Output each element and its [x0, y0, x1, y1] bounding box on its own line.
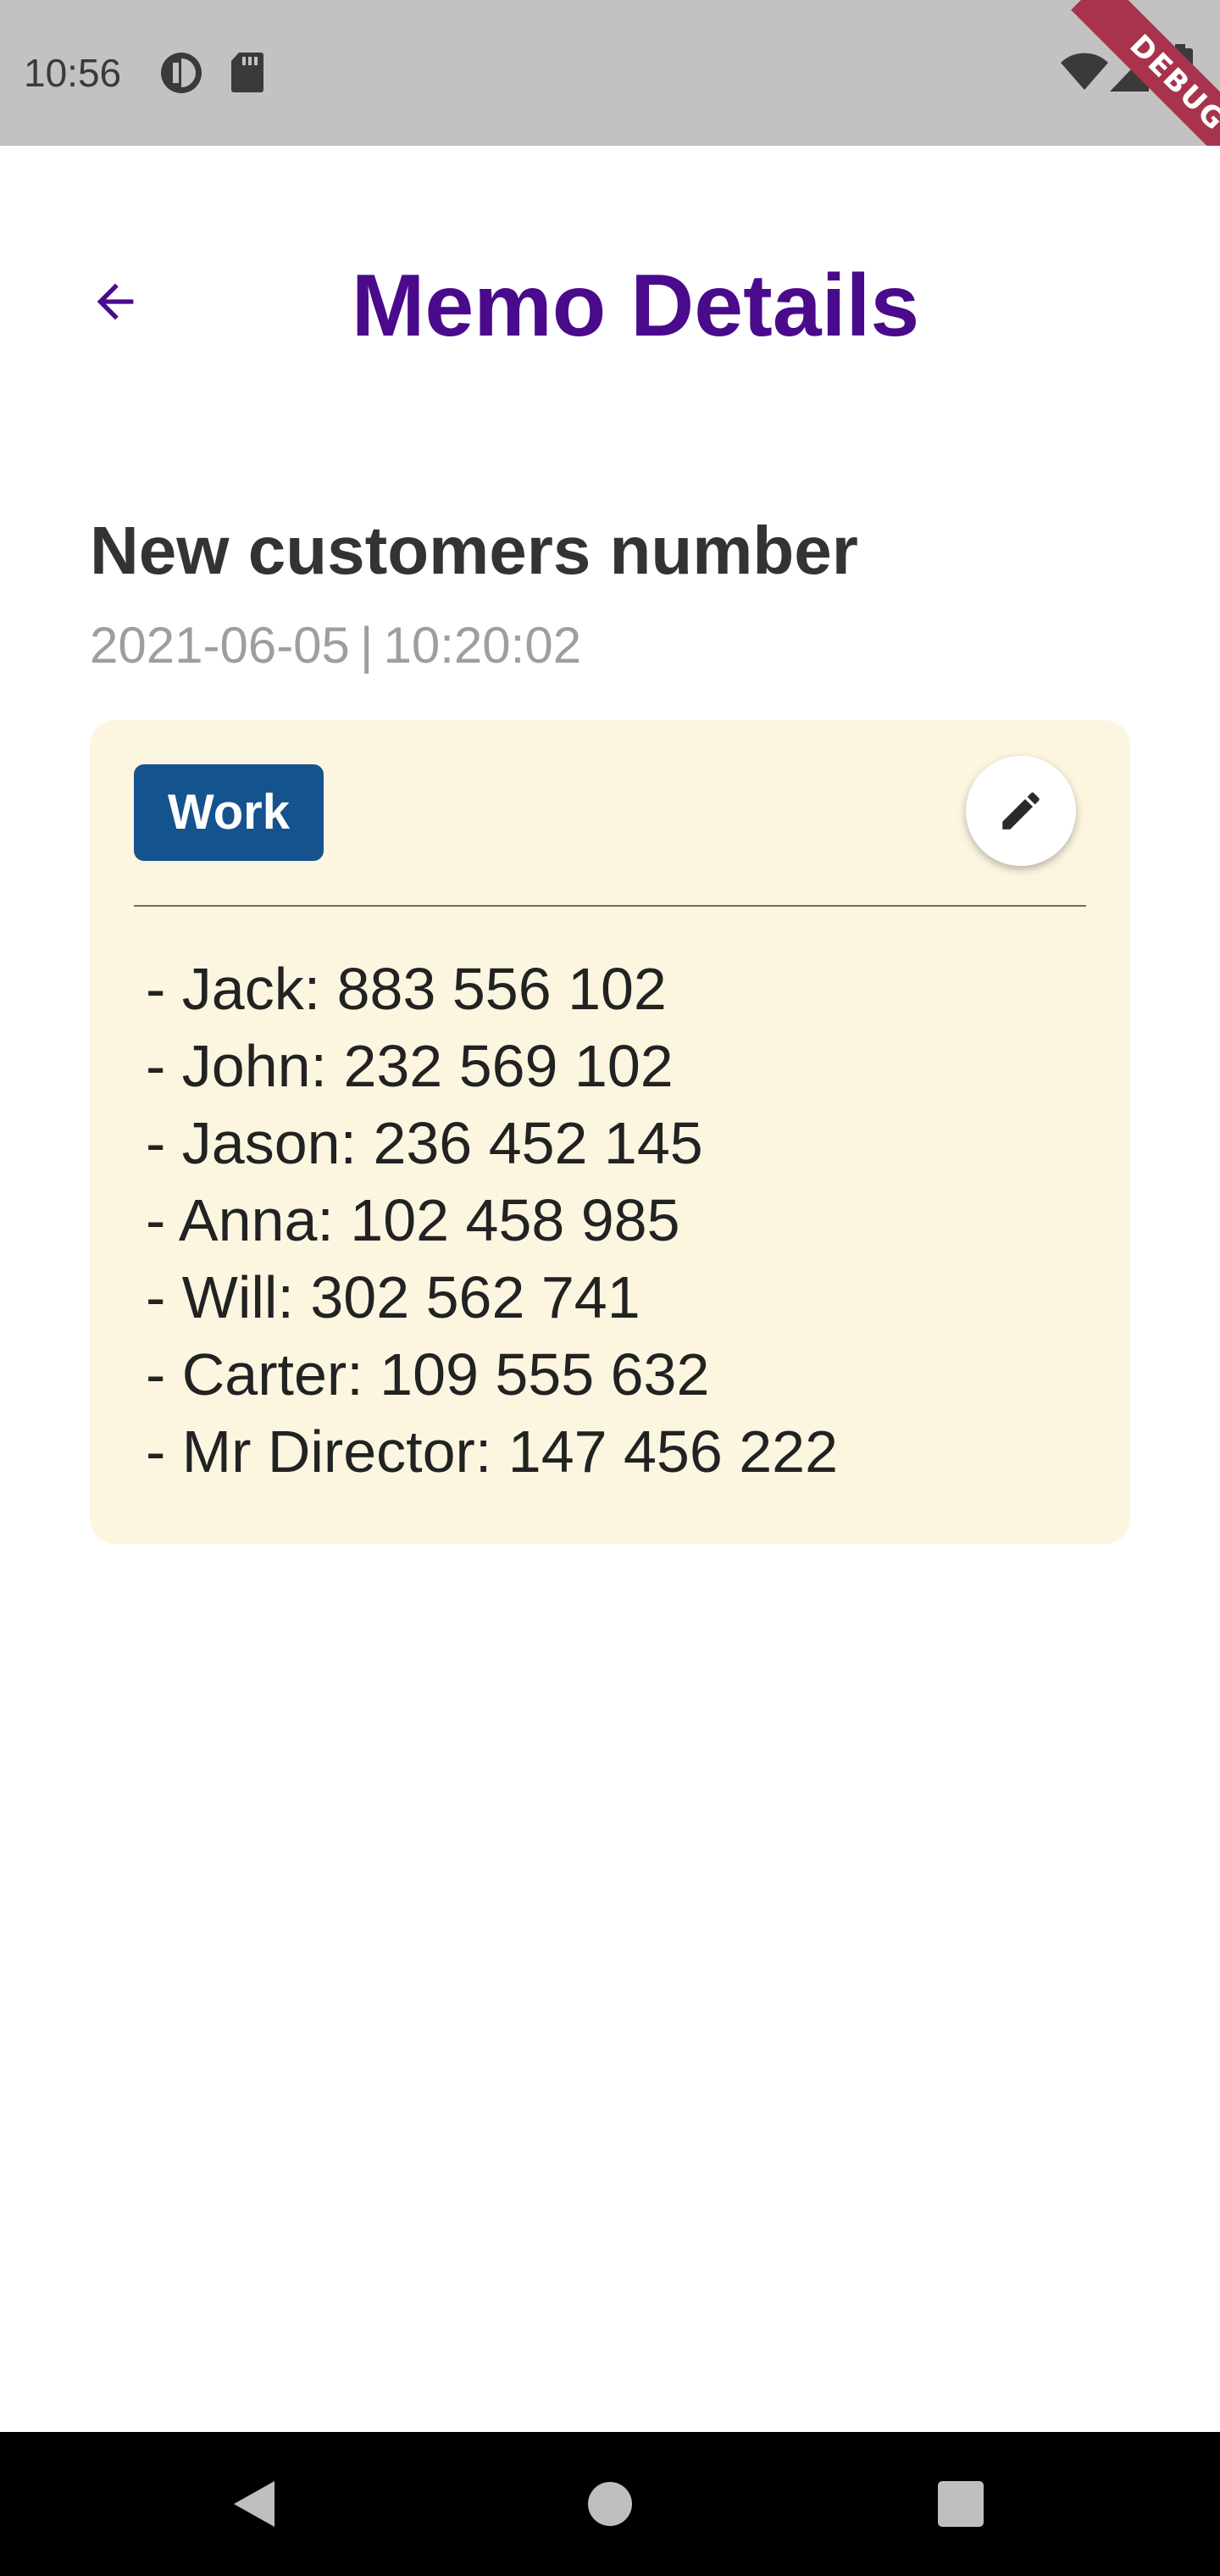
sd-card-icon [231, 53, 263, 92]
nav-home-icon [588, 2482, 632, 2526]
memo-line: - John: 232 569 102 [146, 1033, 674, 1099]
memo-line: - Anna: 102 458 985 [146, 1187, 680, 1253]
memo-title: New customers number [90, 513, 858, 588]
memo-line: - Will: 302 562 741 [146, 1264, 640, 1330]
pencil-icon [1002, 792, 1040, 830]
status-bar: 10:56 DEBUG [0, 0, 1220, 146]
nav-back-icon [234, 2481, 274, 2527]
edit-button[interactable] [966, 756, 1076, 866]
arrow-back-icon [97, 283, 134, 320]
page-title: Memo Details [351, 257, 920, 355]
memo-datetime: 2021-06-05 | 10:20:02 [90, 612, 581, 680]
category-badge: Work [134, 764, 324, 861]
memo-date: 2021-06-05 [90, 617, 350, 674]
memo-line: - Carter: 109 555 632 [146, 1341, 710, 1407]
nav-recents-button[interactable] [910, 2432, 1012, 2576]
status-time: 10:56 [24, 51, 122, 95]
memo-card: Work - Jack: 883 556 102 - John: 232 569… [90, 720, 1130, 1544]
memo-content: - Jack: 883 556 102 - John: 232 569 102 … [146, 951, 838, 1491]
memo-line: - Jack: 883 556 102 [146, 956, 667, 1022]
data-saver-icon [161, 53, 202, 93]
nav-recents-icon [938, 2481, 984, 2527]
card-divider [134, 905, 1086, 907]
nav-home-button[interactable] [559, 2432, 661, 2576]
navigation-bar [0, 2432, 1220, 2576]
wifi-icon [1061, 53, 1108, 90]
memo-time: 10:20:02 [383, 617, 582, 674]
back-button[interactable] [81, 268, 149, 336]
memo-line: - Jason: 236 452 145 [146, 1110, 703, 1176]
memo-line: - Mr Director: 147 456 222 [146, 1418, 839, 1485]
nav-back-button[interactable] [203, 2432, 305, 2576]
memo-datetime-separator: | [359, 617, 374, 674]
